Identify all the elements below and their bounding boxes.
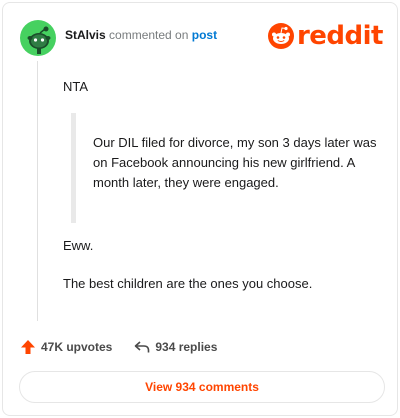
comment-paragraph: Eww. [63, 238, 94, 253]
post-link[interactable]: post [192, 28, 217, 42]
comment-paragraph: The best children are the ones you choos… [63, 276, 313, 291]
thread-line[interactable] [37, 61, 38, 321]
username-link[interactable]: StAlvis [65, 28, 106, 42]
view-comments-button[interactable]: View 934 comments [19, 371, 385, 403]
comment-card: StAlvis commented on post reddit NTA Our… [2, 2, 398, 416]
quote-text: Our DIL filed for divorce, my son 3 days… [93, 135, 377, 190]
snoo-avatar-icon [20, 20, 56, 56]
reply-arrow-icon [135, 341, 150, 353]
quote-bar [71, 113, 76, 223]
reddit-logo: reddit [267, 21, 384, 51]
reddit-snoo-icon [267, 23, 294, 49]
avatar[interactable] [20, 20, 56, 56]
replies-button[interactable]: 934 replies [134, 340, 217, 354]
comment-actions: 47K upvotes 934 replies [20, 337, 217, 357]
upvote-button[interactable]: 47K upvotes [20, 339, 112, 355]
replies-count: 934 replies [155, 340, 218, 354]
comment-header: StAlvis commented on post [65, 28, 217, 42]
reddit-wordmark: reddit [296, 21, 384, 51]
comment-action-text: commented on [109, 28, 189, 42]
comment-paragraph: NTA [63, 79, 89, 94]
upvote-count: 47K upvotes [41, 340, 113, 354]
upvote-arrow-icon [21, 340, 35, 354]
